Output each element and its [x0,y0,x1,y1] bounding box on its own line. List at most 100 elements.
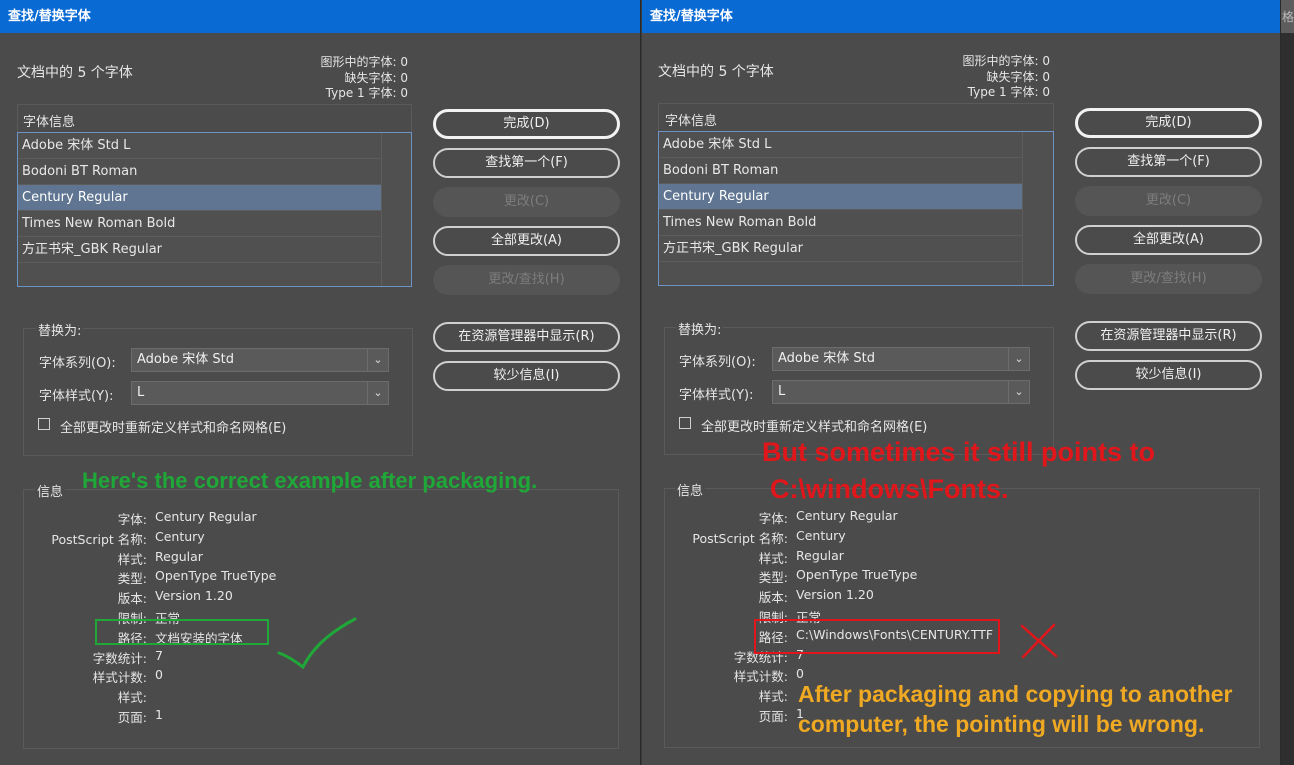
less-info-button[interactable]: 较少信息(I) [1075,360,1262,390]
find-first-button[interactable]: 查找第一个(F) [1075,147,1262,177]
find-replace-font-dialog-left: 查找/替换字体 文档中的 5 个字体 图形中的字体: 0 缺失字体: 0 Typ… [0,0,641,765]
font-info-label: 字体信息 [23,115,76,130]
font-list-item[interactable]: 方正书宋_GBK Regular [659,236,1022,262]
font-list[interactable]: Adobe 宋体 Std L Bodoni BT Roman Century R… [17,132,412,287]
info-field-label: 类型: [758,570,788,586]
info-field-label: PostScript 名称: [692,530,788,546]
font-family-value: Adobe 宋体 Std [778,351,875,366]
reveal-in-explorer-button[interactable]: 在资源管理器中显示(R) [1075,321,1262,351]
green-highlight-box [95,619,269,645]
replace-with-label: 替换为: [676,319,724,338]
redefine-styles-checkbox[interactable] [38,418,50,430]
info-field-value: Century [155,528,205,544]
missing-fonts-count: 缺失字体: 0 [344,70,409,85]
change-all-button[interactable]: 全部更改(A) [1075,225,1262,255]
info-field-label: 页面: [758,709,788,724]
font-list-item[interactable]: Bodoni BT Roman [18,159,381,185]
info-field-label: PostScript 名称: [51,531,147,547]
info-field-label: 字体: [758,511,788,526]
chevron-down-icon[interactable]: ⌄ [1008,381,1029,403]
font-list-column-divider [1022,132,1023,285]
change-find-button[interactable]: 更改/查找(H) [433,265,620,295]
info-field-value: 1 [155,707,163,722]
change-all-button[interactable]: 全部更改(A) [433,226,620,256]
info-field-label: 样式计数: [92,670,147,686]
font-style-select[interactable]: L ⌄ [131,381,389,405]
info-field-label: 字数统计: [92,650,147,666]
info-field-label: 版本: [117,591,147,607]
font-style-select[interactable]: L ⌄ [772,380,1030,404]
font-info-label: 字体信息 [665,114,718,129]
font-style-label: 字体样式(Y): [39,389,114,404]
find-replace-font-dialog-right: 查找/替换字体 文档中的 5 个字体 图形中的字体: 0 缺失字体: 0 Typ… [642,0,1281,765]
font-counts: 图形中的字体: 0 缺失字体: 0 Type 1 字体: 0 [963,54,1051,101]
document-fonts-title: 文档中的 5 个字体 [17,65,133,81]
font-style-value: L [137,385,145,400]
font-info-group [17,104,412,134]
font-family-select[interactable]: Adobe 宋体 Std ⌄ [772,347,1030,371]
info-field-value: 7 [155,647,163,663]
info-field-label: 样式: [758,689,788,705]
background-window-edge: 格 [1281,0,1294,765]
font-list-item-selected[interactable]: Century Regular [659,184,1022,210]
info-field-value: 0 [155,667,163,683]
font-list[interactable]: Adobe 宋体 Std L Bodoni BT Roman Century R… [658,131,1054,286]
chevron-down-icon[interactable]: ⌄ [367,382,388,404]
change-button[interactable]: 更改(C) [433,187,620,217]
info-field-value: Regular [796,547,844,563]
font-family-select[interactable]: Adobe 宋体 Std ⌄ [131,348,389,372]
graphic-fonts-count: 图形中的字体: 0 [962,54,1051,68]
red-highlight-box [754,619,1000,654]
find-first-button[interactable]: 查找第一个(F) [433,148,620,178]
type1-fonts-count: Type 1 字体: 0 [325,86,408,100]
info-field-value: OpenType TrueType [796,567,918,583]
replace-with-label: 替换为: [36,320,84,339]
info-label: 信息 [35,481,66,500]
type1-fonts-count: Type 1 字体: 0 [967,85,1050,99]
font-list-item-selected[interactable]: Century Regular [18,185,381,211]
dialog-titlebar[interactable]: 查找/替换字体 [0,0,640,33]
change-find-button[interactable]: 更改/查找(H) [1075,264,1262,294]
redefine-styles-checkbox[interactable] [679,417,691,429]
graphic-fonts-count: 图形中的字体: 0 [320,55,409,69]
info-field-label: 类型: [117,571,147,587]
font-style-value: L [778,384,786,399]
orange-annotation-line-2: computer, the pointing will be wrong. [798,711,1205,737]
info-field-value: Century Regular [796,508,898,523]
info-field-value: OpenType TrueType [155,568,277,584]
document-fonts-title: 文档中的 5 个字体 [658,64,774,80]
green-annotation-text: Here's the correct example after packagi… [82,468,538,493]
font-counts: 图形中的字体: 0 缺失字体: 0 Type 1 字体: 0 [321,55,409,102]
redefine-styles-label: 全部更改时重新定义样式和命名网格(E) [701,420,928,435]
info-label: 信息 [675,480,706,499]
chevron-down-icon[interactable]: ⌄ [1008,348,1029,370]
redefine-styles-label: 全部更改时重新定义样式和命名网格(E) [60,421,287,436]
font-list-item[interactable]: Times New Roman Bold [18,211,381,237]
info-field-value: Version 1.20 [155,588,233,604]
font-list-item[interactable]: Times New Roman Bold [659,210,1022,236]
done-button[interactable]: 完成(D) [433,109,620,139]
info-field-label: 样式: [117,690,147,706]
reveal-in-explorer-button[interactable]: 在资源管理器中显示(R) [433,322,620,352]
font-list-item[interactable]: 方正书宋_GBK Regular [18,237,381,263]
info-field-label: 样式计数: [733,669,788,685]
font-list-column-divider [381,133,382,286]
done-button[interactable]: 完成(D) [1075,108,1262,138]
red-annotation-line-2: C:\windows\Fonts. [770,474,1009,504]
font-family-label: 字体系列(O): [679,355,756,370]
info-field-value: Century [796,527,846,543]
red-annotation-line-1: But sometimes it still points to [762,437,1156,467]
font-style-label: 字体样式(Y): [679,388,754,403]
font-list-item[interactable]: Adobe 宋体 Std L [659,132,1022,158]
change-button[interactable]: 更改(C) [1075,186,1262,216]
info-field-label: 样式: [758,550,788,566]
missing-fonts-count: 缺失字体: 0 [986,69,1051,84]
info-field-label: 字体: [117,512,147,527]
less-info-button[interactable]: 较少信息(I) [433,361,620,391]
checkmark-icon [277,617,357,670]
dialog-titlebar[interactable]: 查找/替换字体 [642,0,1280,33]
chevron-down-icon[interactable]: ⌄ [367,349,388,371]
font-list-item[interactable]: Bodoni BT Roman [659,158,1022,184]
font-list-item[interactable]: Adobe 宋体 Std L [18,133,381,159]
font-info-group [658,103,1054,133]
